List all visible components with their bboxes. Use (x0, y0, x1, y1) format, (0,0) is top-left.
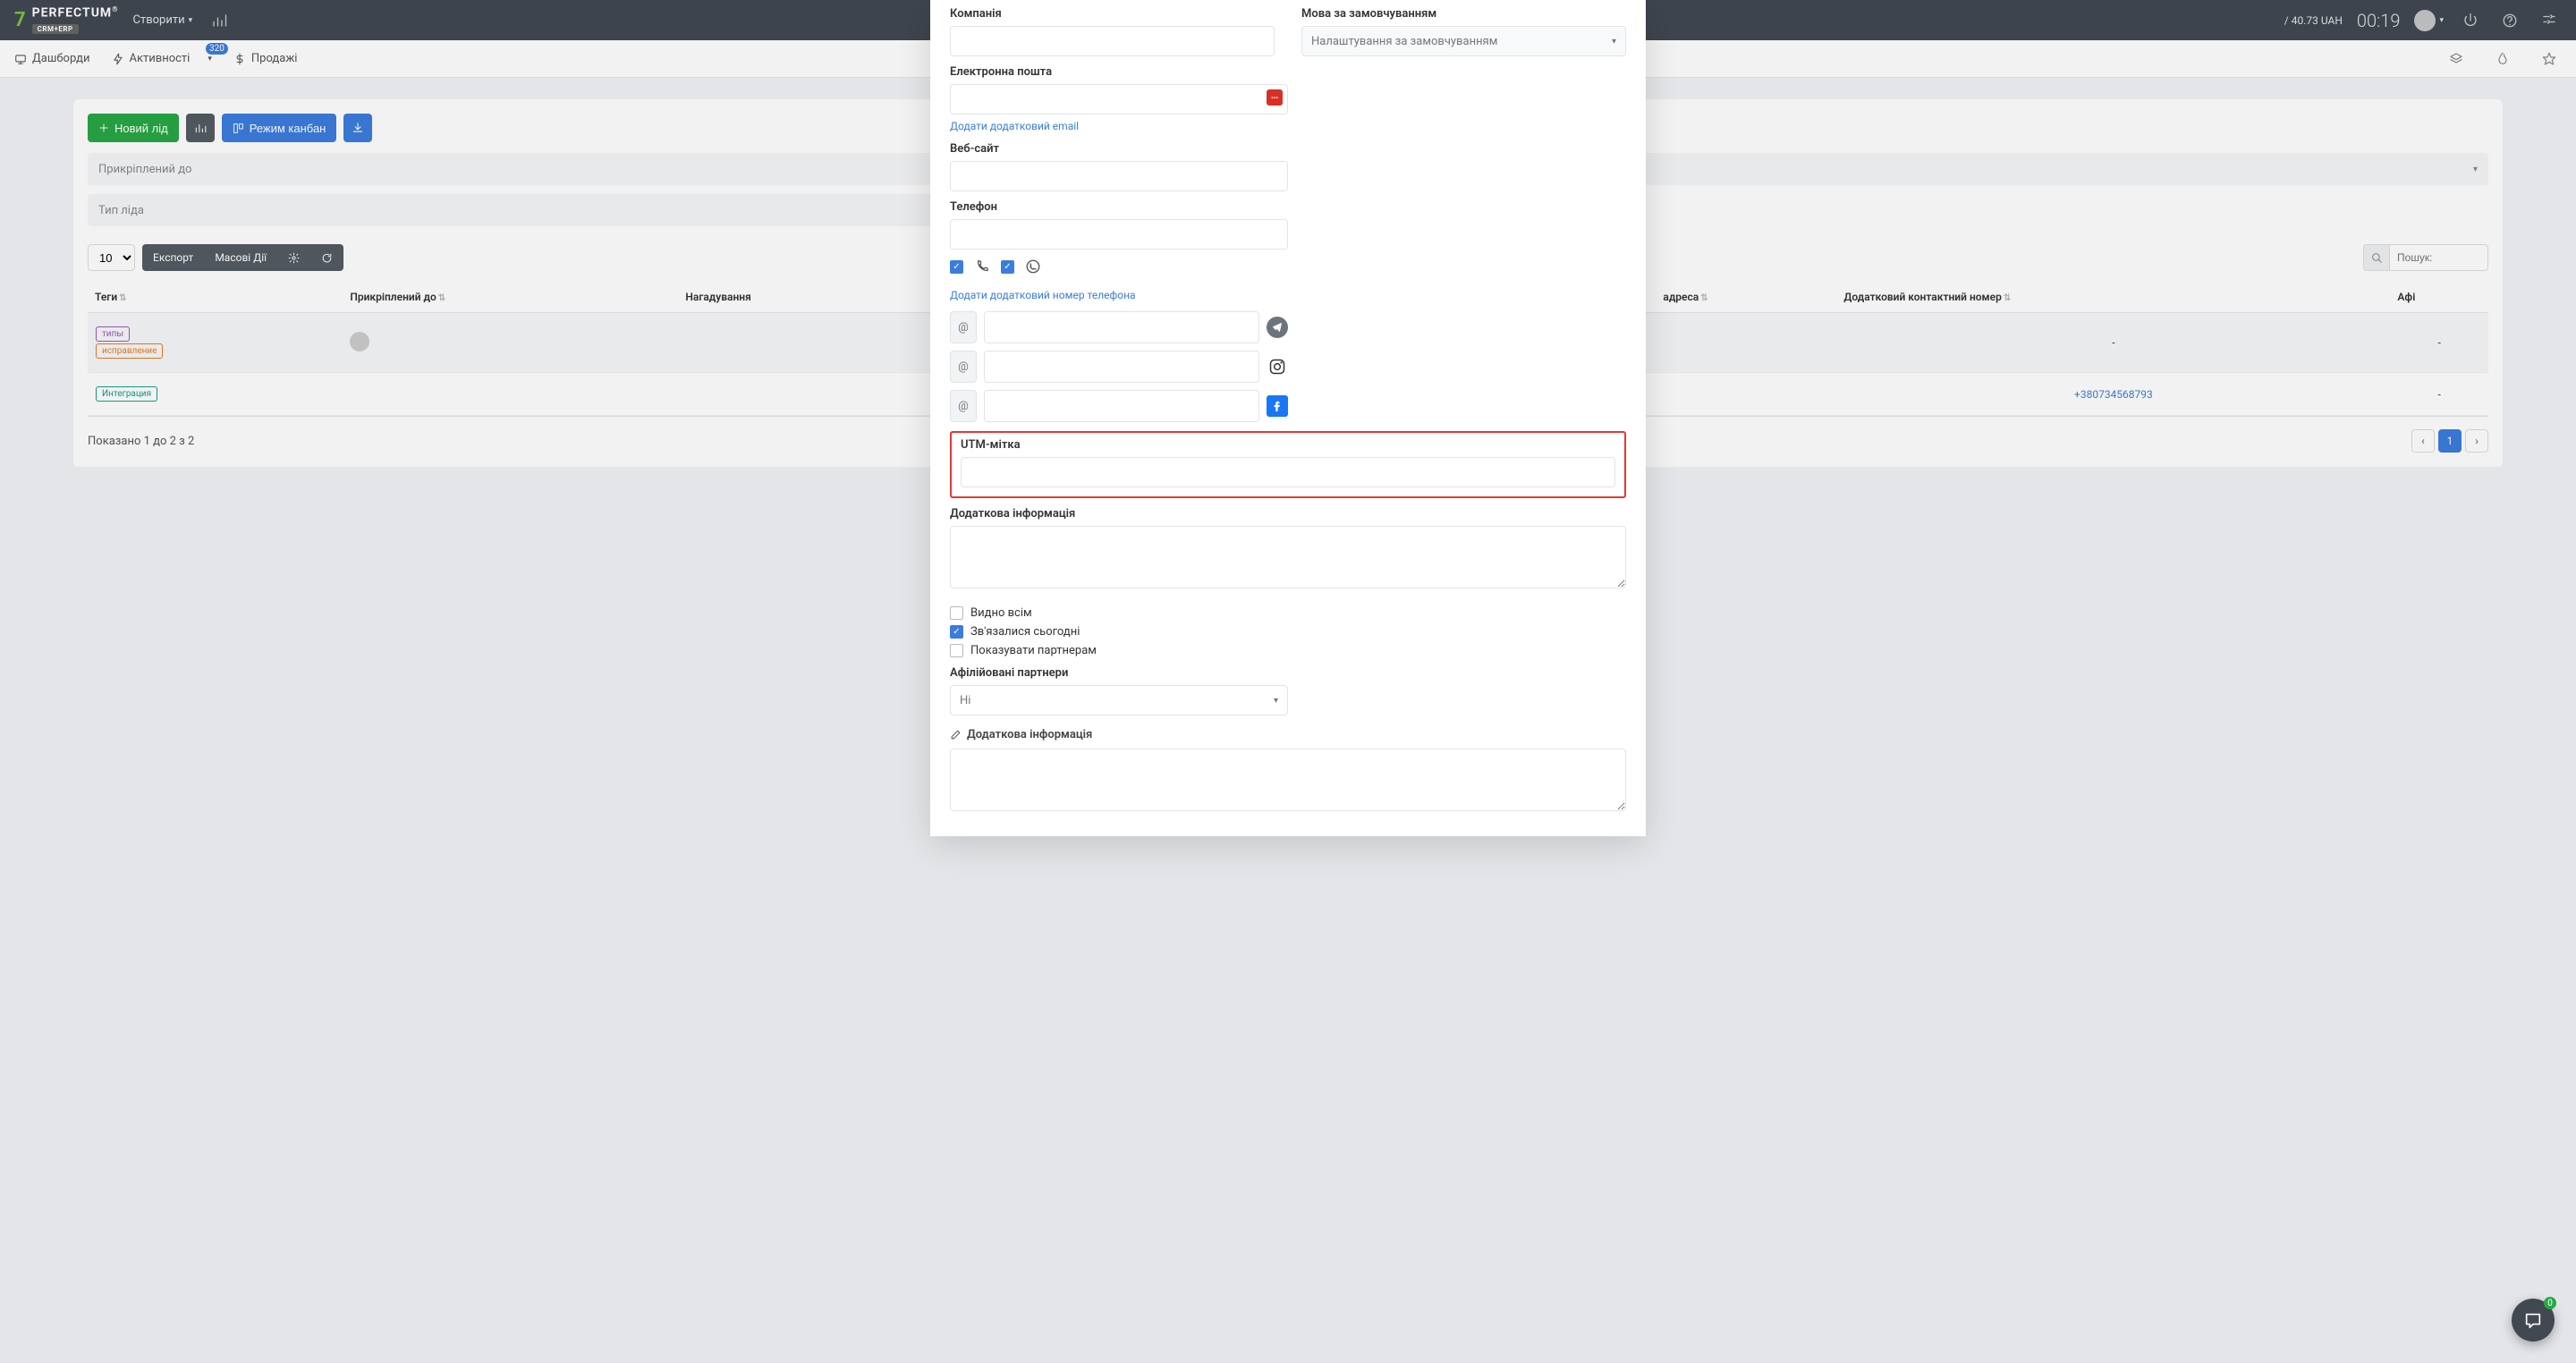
messengers-row: ✓ ✓ (950, 257, 1288, 276)
telegram-icon (1267, 317, 1288, 338)
checkbox-viber[interactable]: ✓ (950, 260, 963, 274)
lastpass-icon[interactable]: ••• (1267, 89, 1283, 106)
whatsapp-icon (1023, 257, 1043, 276)
instagram-icon (1267, 356, 1288, 377)
textarea-extra-info-2[interactable] (950, 749, 1626, 811)
checkbox-contacted-today[interactable]: ✓ (950, 625, 963, 639)
link-add-phone[interactable]: Додати додатковий номер телефона (950, 289, 1136, 301)
label-email: Електронна пошта (950, 65, 1288, 79)
select-lang[interactable]: Налаштування за замовчуванням ▾ (1301, 26, 1626, 56)
utm-highlight-box: UTM-мітка (950, 431, 1626, 498)
label-company: Компанія (950, 7, 1275, 21)
link-add-email[interactable]: Додати додатковий email (950, 120, 1079, 132)
label-utm: UTM-мітка (961, 438, 1615, 452)
fab-badge: 0 (2544, 1297, 2556, 1309)
chat-fab[interactable]: 0 (2512, 1299, 2555, 1342)
at-prefix: @ (950, 390, 977, 422)
input-utm[interactable] (961, 457, 1615, 487)
at-prefix: @ (950, 311, 977, 343)
input-company[interactable] (950, 26, 1275, 56)
edit-icon (950, 729, 962, 741)
label-show-partners: Показувати партнерам (970, 644, 1097, 657)
viber-icon (972, 257, 992, 276)
label-contacted-today: Зв'язалися сьогодні (970, 625, 1080, 639)
lead-form-modal: Компанія Мова за замовчуванням Налаштува… (930, 0, 1646, 836)
input-instagram[interactable] (984, 351, 1259, 383)
label-extra-info: Додаткова інформація (950, 507, 1626, 521)
input-phone[interactable] (950, 219, 1288, 250)
input-facebook[interactable] (984, 390, 1259, 422)
checkbox-whatsapp[interactable]: ✓ (1001, 260, 1014, 274)
label-visible-all: Видно всім (970, 606, 1032, 620)
input-website[interactable] (950, 161, 1288, 191)
textarea-extra-info[interactable] (950, 526, 1626, 588)
checkbox-show-partners[interactable] (950, 644, 963, 657)
modal-overlay: Компанія Мова за замовчуванням Налаштува… (0, 0, 2576, 1363)
section-extra-info: Додаткова інформація (950, 728, 1626, 741)
input-telegram[interactable] (984, 311, 1259, 343)
select-affiliates[interactable]: Ні ▾ (950, 685, 1288, 715)
chevron-down-icon: ▾ (1612, 37, 1616, 47)
facebook-icon (1267, 395, 1288, 417)
chevron-down-icon: ▾ (1274, 696, 1278, 706)
label-lang: Мова за замовчуванням (1301, 7, 1626, 21)
label-website: Веб-сайт (950, 142, 1288, 156)
label-affiliates: Афілійовані партнери (950, 666, 1626, 680)
label-phone: Телефон (950, 200, 1288, 214)
input-email[interactable] (950, 84, 1288, 114)
at-prefix: @ (950, 351, 977, 383)
checkbox-visible-all[interactable] (950, 606, 963, 620)
